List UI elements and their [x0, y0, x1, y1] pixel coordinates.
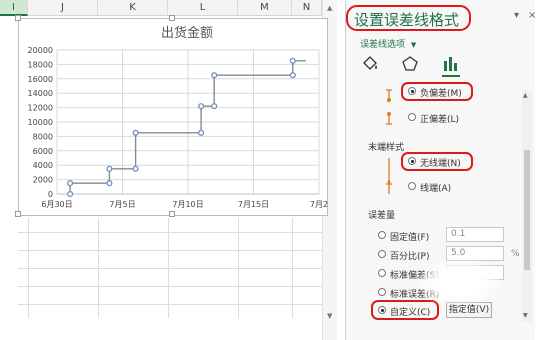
column-header-j[interactable]: J: [28, 0, 98, 16]
grid-line: [18, 304, 322, 305]
cap-radio[interactable]: [408, 182, 416, 190]
data-point: [289, 72, 296, 79]
no-cap-label[interactable]: 无线端(N): [420, 156, 461, 169]
minus-error-icon: [386, 89, 392, 102]
data-point: [132, 129, 139, 136]
fixed-value-input[interactable]: 0.1: [446, 227, 504, 242]
plus-radio[interactable]: [408, 113, 416, 121]
data-point: [198, 103, 205, 110]
chart-gridlines: [56, 49, 320, 195]
percent-radio[interactable]: [378, 250, 386, 258]
data-point: [67, 180, 74, 187]
data-point: [289, 57, 296, 64]
y-tick-label: 20000: [28, 46, 53, 55]
pentagon-icon[interactable]: [401, 55, 419, 73]
no-cap-icon: [387, 158, 391, 184]
spreadsheet-area[interactable]: I J K L M N ▲ ▼ 出货金额 0 2000 4000 6000 80…: [0, 0, 337, 340]
data-point: [211, 72, 218, 79]
chart-canvas: 出货金额 0 2000 4000 6000 8000 10000 12000 14000 160…: [28, 25, 329, 209]
grid-line: [18, 232, 322, 233]
y-tick-label: 12000: [28, 104, 53, 113]
scroll-down-icon[interactable]: ▼: [327, 312, 332, 320]
pane-title: 设置误差线格式: [354, 11, 460, 29]
column-header-bar: I J K L M N: [0, 0, 337, 16]
chart-resize-handle[interactable]: [15, 15, 21, 21]
pane-scroll-up-icon[interactable]: ▲: [523, 92, 528, 99]
data-point: [106, 180, 113, 187]
data-point: [106, 165, 113, 172]
screen: I J K L M N ▲ ▼ 出货金额 0 2000 4000 6000 80…: [0, 0, 557, 340]
y-tick-label: 4000: [33, 161, 53, 170]
x-axis-labels: 6月30日 7月5日 7月10日 7月15日 7月2: [41, 200, 328, 209]
column-header-k[interactable]: K: [98, 0, 168, 16]
pane-menu-icon[interactable]: ▾: [514, 10, 519, 21]
chart-resize-handle[interactable]: [169, 211, 175, 217]
y-tick-label: 14000: [28, 89, 53, 98]
y-tick-label: 0: [48, 190, 53, 199]
y-tick-label: 2000: [33, 176, 53, 185]
x-tick-label: 6月30日: [41, 200, 72, 209]
cap-icon: [386, 183, 392, 194]
data-point: [198, 129, 205, 136]
plus-label[interactable]: 正偏差(L): [420, 112, 459, 125]
y-axis-labels: 0 2000 4000 6000 8000 10000 12000 14000 16000 180…: [28, 46, 53, 199]
x-tick-label: 7月15日: [238, 200, 269, 209]
pane-title-highlight: 设置误差线格式: [346, 5, 471, 31]
plus-error-icon: [386, 112, 392, 125]
paint-bucket-icon[interactable]: [361, 55, 379, 73]
percent-input[interactable]: 5.0: [446, 246, 504, 261]
stddev-radio[interactable]: [378, 269, 386, 277]
blurred-overlay: [420, 260, 500, 305]
chart-resize-handle[interactable]: [169, 15, 175, 21]
y-tick-label: 18000: [28, 60, 53, 69]
error-bar-options-dropdown[interactable]: 误差线选项 ▼: [360, 37, 416, 50]
error-amount-heading: 误差量: [368, 211, 396, 221]
chart-resize-handle[interactable]: [15, 211, 21, 217]
column-header-l[interactable]: L: [168, 0, 238, 16]
stderr-radio[interactable]: [378, 288, 386, 296]
no-cap-radio[interactable]: [408, 157, 416, 165]
x-tick-label: 7月10日: [172, 200, 203, 209]
minus-radio[interactable]: [408, 87, 416, 95]
chart-title: 出货金额: [161, 25, 213, 41]
y-tick-label: 16000: [28, 75, 53, 84]
data-point: [211, 103, 218, 110]
end-style-heading: 末端样式: [368, 143, 405, 153]
custom-radio[interactable]: [378, 306, 386, 314]
y-tick-label: 10000: [28, 118, 53, 127]
grid-line: [18, 268, 322, 269]
chevron-down-icon: ▼: [410, 41, 417, 49]
scroll-up-icon[interactable]: ▲: [327, 4, 332, 12]
grid-line: [18, 286, 322, 287]
y-tick-label: 8000: [33, 132, 53, 141]
bar-chart-icon[interactable]: [442, 55, 460, 73]
cap-label[interactable]: 线端(A): [420, 181, 451, 194]
data-point: [132, 165, 139, 172]
custom-label[interactable]: 自定义(C): [390, 305, 430, 318]
fixed-value-label[interactable]: 固定值(F): [390, 230, 429, 243]
percent-unit: %: [511, 249, 520, 259]
chart-area[interactable]: 出货金额 0 2000 4000 6000 8000 10000 12000 14000 160…: [15, 15, 329, 217]
options-label: 误差线选项: [360, 40, 406, 50]
x-tick-label: 7月2: [310, 200, 328, 209]
pane-scroll-thumb[interactable]: [524, 150, 530, 270]
close-icon[interactable]: ×: [528, 10, 536, 21]
grid-line: [18, 250, 322, 251]
pane-scroll-down-icon[interactable]: ▼: [523, 312, 528, 319]
x-tick-label: 7月5日: [109, 200, 135, 209]
fixed-value-radio[interactable]: [378, 231, 386, 239]
y-tick-label: 6000: [33, 147, 53, 156]
pane-scrollbar[interactable]: ▲ ▼: [522, 90, 532, 322]
column-header-n[interactable]: N: [292, 0, 322, 16]
data-point: [67, 190, 74, 198]
active-tab-indicator: [442, 75, 460, 77]
column-header-m[interactable]: M: [238, 0, 292, 16]
column-header-i[interactable]: I: [0, 0, 28, 16]
minus-label[interactable]: 负偏差(M): [420, 86, 462, 99]
